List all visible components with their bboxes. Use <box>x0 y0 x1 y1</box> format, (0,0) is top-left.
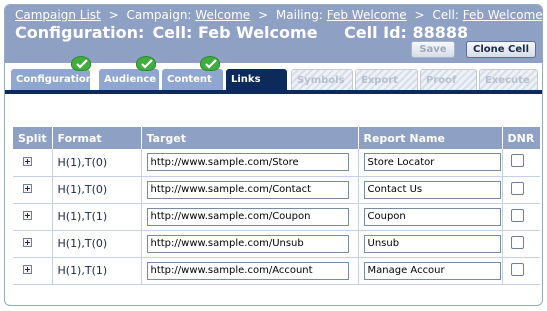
dnr-checkbox[interactable] <box>510 262 524 276</box>
tab-label: Content <box>167 74 212 85</box>
column-header-dnr: DNR <box>502 127 540 149</box>
check-icon <box>136 56 156 71</box>
dnr-checkbox[interactable] <box>510 208 524 222</box>
dnr-cell <box>502 203 540 231</box>
report-name-input[interactable] <box>363 261 501 280</box>
dnr-checkbox[interactable] <box>510 154 524 168</box>
expand-icon[interactable] <box>23 265 32 274</box>
expand-icon[interactable] <box>23 238 32 247</box>
breadcrumb-mailing-label: Mailing: <box>275 8 323 22</box>
expand-icon[interactable] <box>23 184 32 193</box>
report-name-input[interactable] <box>363 153 501 172</box>
dnr-checkbox[interactable] <box>510 235 524 249</box>
table-row: H(1),T(0) <box>13 176 540 204</box>
table-row: H(1),T(1) <box>13 203 540 231</box>
split-cell <box>13 230 53 258</box>
breadcrumb-cell-label: Cell: <box>432 8 459 22</box>
report-name-input[interactable] <box>363 207 501 226</box>
split-cell <box>13 257 53 285</box>
report-name-cell <box>358 203 503 231</box>
expand-icon[interactable] <box>23 211 32 220</box>
report-name-cell <box>358 176 503 204</box>
tab-label: Export <box>361 75 399 86</box>
column-header-target: Target <box>141 127 359 149</box>
table-row: H(1),T(0) <box>13 149 540 177</box>
dnr-cell <box>502 176 540 204</box>
report-name-input[interactable] <box>363 180 501 199</box>
table-row: H(1),T(0) <box>13 230 540 258</box>
links-table: Split Format Target Report Name DNR H(1)… <box>13 127 540 285</box>
target-url-input[interactable] <box>146 180 349 199</box>
config-label: Configuration: <box>15 23 145 42</box>
format-cell: H(1),T(0) <box>52 230 142 258</box>
target-cell <box>141 149 359 177</box>
tab-export[interactable]: Export <box>355 69 418 90</box>
column-header-format: Format <box>52 127 142 149</box>
dnr-cell <box>502 149 540 177</box>
tab-content[interactable]: Content <box>162 69 223 90</box>
dnr-cell <box>502 230 540 258</box>
tab-execute[interactable]: Execute <box>479 69 538 90</box>
tab-configuration[interactable]: Configuration <box>11 69 93 90</box>
target-cell <box>141 176 359 204</box>
tab-audience[interactable]: Audience <box>99 69 159 90</box>
tab-label: Execute <box>485 75 530 86</box>
breadcrumb-mailing-link[interactable]: Feb Welcome <box>327 8 407 22</box>
tab-label: Links <box>231 74 261 85</box>
target-cell <box>141 257 359 285</box>
table-row: H(1),T(1) <box>13 257 540 285</box>
breadcrumb-campaign-link[interactable]: Welcome <box>195 8 250 22</box>
target-url-input[interactable] <box>146 261 349 280</box>
tab-links[interactable]: Links <box>226 69 287 90</box>
tab-label: Symbols <box>297 75 345 86</box>
cell-id: Cell Id: 88888 <box>344 23 469 42</box>
breadcrumb: Campaign List > Campaign: Welcome > Mail… <box>15 8 542 22</box>
breadcrumb-separator: > <box>258 8 269 22</box>
check-icon <box>200 56 220 71</box>
tab-proof[interactable]: Proof <box>420 69 477 90</box>
tab-underline <box>5 90 542 94</box>
tab-symbols[interactable]: Symbols <box>291 69 353 90</box>
clone-cell-button[interactable]: Clone Cell <box>466 41 536 58</box>
split-cell <box>13 149 53 177</box>
save-button[interactable]: Save <box>411 41 455 58</box>
report-name-input[interactable] <box>363 234 501 253</box>
page-title: Configuration: Cell: Feb Welcome <box>15 23 318 42</box>
target-url-input[interactable] <box>146 207 349 226</box>
breadcrumb-campaign-label: Campaign: <box>126 8 192 22</box>
format-cell: H(1),T(0) <box>52 176 142 204</box>
target-url-input[interactable] <box>146 153 349 172</box>
header-bar: Campaign List > Campaign: Welcome > Mail… <box>5 5 542 63</box>
breadcrumb-separator: > <box>414 8 425 22</box>
breadcrumb-separator: > <box>108 8 119 22</box>
table-header-row: Split Format Target Report Name DNR <box>13 127 540 149</box>
format-cell: H(1),T(1) <box>52 203 142 231</box>
format-cell: H(1),T(1) <box>52 257 142 285</box>
target-url-input[interactable] <box>146 234 349 253</box>
dnr-checkbox[interactable] <box>510 181 524 195</box>
report-name-cell <box>358 230 503 258</box>
breadcrumb-campaign-list-link[interactable]: Campaign List <box>15 8 101 22</box>
target-cell <box>141 203 359 231</box>
tab-label: Configuration <box>16 74 93 85</box>
split-cell <box>13 176 53 204</box>
column-header-report-name: Report Name <box>358 127 503 149</box>
tab-label: Audience <box>104 74 157 85</box>
tab-label: Proof <box>426 75 457 86</box>
split-cell <box>13 203 53 231</box>
report-name-cell <box>358 149 503 177</box>
breadcrumb-cell-link[interactable]: Feb Welcome <box>463 8 542 22</box>
expand-icon[interactable] <box>23 156 32 166</box>
dnr-cell <box>502 257 540 285</box>
format-cell: H(1),T(0) <box>52 149 142 177</box>
config-cell-name: Cell: Feb Welcome <box>152 23 318 42</box>
column-header-split: Split <box>13 127 53 149</box>
report-name-cell <box>358 257 503 285</box>
configuration-panel: Campaign List > Campaign: Welcome > Mail… <box>4 4 543 306</box>
check-icon <box>71 56 91 71</box>
target-cell <box>141 230 359 258</box>
